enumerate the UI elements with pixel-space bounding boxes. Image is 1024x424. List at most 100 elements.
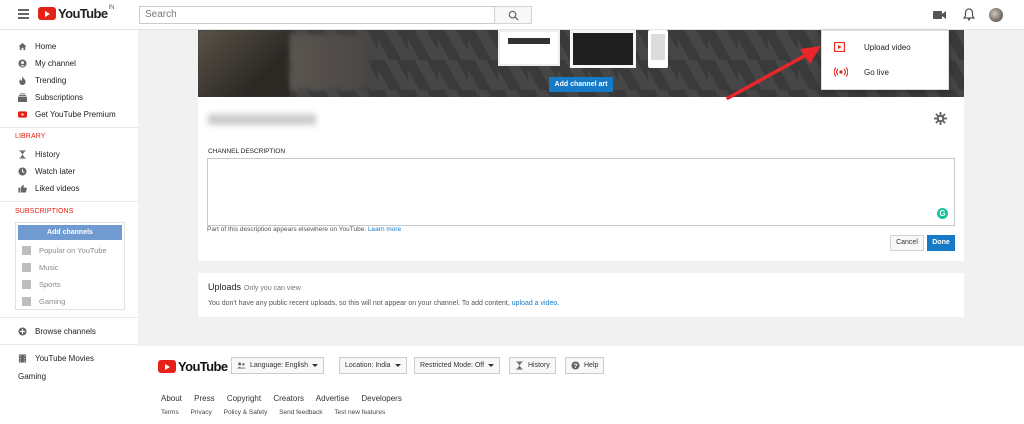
restricted-mode-button[interactable]: Restricted Mode: Off — [414, 357, 501, 374]
footer-link-copyright[interactable]: Copyright — [227, 394, 261, 403]
add-channel-art-button[interactable]: Add channel art — [549, 77, 613, 92]
suggestion-label: Music — [39, 262, 59, 272]
menu-item-upload-video[interactable]: Upload video — [822, 35, 950, 59]
footer-link-policy-safety[interactable]: Policy & Safety — [224, 409, 268, 416]
flame-icon — [19, 75, 26, 85]
suggestion-music[interactable]: Music — [22, 261, 59, 273]
footer-youtube-logo[interactable]: YouTube — [158, 359, 228, 374]
guide-menu-icon[interactable] — [18, 9, 29, 20]
channel-description-textarea[interactable]: G — [207, 158, 955, 226]
location-label: Location: India — [345, 362, 391, 369]
channel-avatar-image — [198, 30, 290, 97]
history-button[interactable]: History — [509, 357, 556, 374]
sidebar-item-label: Trending — [35, 75, 67, 85]
sidebar-item-my-channel[interactable]: My channel — [18, 57, 76, 69]
gear-icon[interactable] — [934, 112, 947, 125]
youtube-premium-icon — [18, 110, 27, 118]
menu-item-go-live[interactable]: Go live — [822, 60, 950, 84]
sidebar-item-subscriptions[interactable]: Subscriptions — [18, 91, 83, 103]
footer-link-terms[interactable]: Terms — [161, 409, 179, 416]
sidebar-item-youtube-movies[interactable]: YouTube Movies — [18, 352, 94, 364]
logo-text: YouTube — [58, 6, 108, 21]
subscription-suggestions: Add channels Popular on YouTube Music Sp… — [15, 222, 125, 310]
history-label: History — [528, 362, 550, 369]
footer-link-about[interactable]: About — [161, 394, 182, 403]
thumbs-up-icon — [18, 184, 27, 193]
footer-link-advertise[interactable]: Advertise — [316, 394, 349, 403]
grammarly-icon[interactable]: G — [937, 208, 948, 219]
description-label: CHANNEL DESCRIPTION — [208, 148, 286, 155]
description-note-text: Part of this description appears elsewhe… — [207, 226, 367, 233]
annotation-arrow — [726, 46, 821, 100]
sidebar-divider — [0, 317, 138, 318]
upload-video-label: Upload video — [864, 42, 911, 52]
suggestion-gaming[interactable]: Gaming — [22, 295, 65, 307]
suggestion-popular-on-youtube[interactable]: Popular on YouTube — [22, 244, 107, 256]
footer-link-creators[interactable]: Creators — [273, 394, 304, 403]
film-icon — [18, 353, 27, 363]
cancel-button[interactable]: Cancel — [890, 235, 924, 251]
go-live-label: Go live — [864, 67, 889, 77]
upload-a-video-link[interactable]: upload a video. — [512, 300, 559, 307]
channel-name-blurred — [208, 114, 316, 125]
account-avatar[interactable] — [989, 8, 1003, 22]
search-input[interactable]: Search — [139, 6, 495, 24]
masthead: YouTube IN Search — [0, 0, 1024, 30]
learn-more-link[interactable]: Learn more — [368, 226, 401, 233]
person-icon — [18, 58, 27, 68]
sidebar-item-gaming[interactable]: Gaming — [18, 370, 46, 382]
hourglass-icon — [19, 149, 26, 159]
sidebar-item-liked-videos[interactable]: Liked videos — [18, 182, 79, 194]
add-channels-button[interactable]: Add channels — [18, 225, 122, 240]
uploads-title: Uploads — [208, 282, 242, 292]
notifications-bell-icon[interactable] — [963, 8, 975, 21]
desktop-preview-icon — [498, 30, 560, 66]
sidebar-item-browse-channels[interactable]: Browse channels — [18, 325, 96, 337]
footer-logo-text: YouTube — [178, 359, 228, 374]
youtube-play-icon — [38, 7, 56, 20]
youtube-play-icon — [158, 360, 176, 373]
sidebar-item-trending[interactable]: Trending — [18, 74, 66, 86]
uploads-heading: Uploads Only you can view — [208, 282, 301, 292]
footer-link-test-new-features[interactable]: Test new features — [334, 409, 385, 416]
sidebar-item-history[interactable]: History — [18, 148, 60, 160]
youtube-logo[interactable]: YouTube IN — [38, 5, 114, 21]
add-circle-icon — [18, 326, 27, 336]
suggestion-label: Popular on YouTube — [39, 245, 107, 255]
footer-link-developers[interactable]: Developers — [361, 394, 401, 403]
create-menu-dropdown: Upload video Go live — [821, 30, 949, 90]
gaming-icon — [22, 296, 31, 306]
description-note: Part of this description appears elsewhe… — [207, 226, 401, 233]
sidebar-item-label: Gaming — [18, 371, 47, 381]
sidebar-item-label: Get YouTube Premium — [35, 109, 116, 119]
search-icon — [508, 10, 519, 21]
phone-preview-icon — [648, 30, 668, 68]
home-icon — [18, 42, 27, 50]
search-button[interactable] — [494, 6, 532, 24]
sidebar-item-watch-later[interactable]: Watch later — [18, 165, 75, 177]
sidebar-item-label: YouTube Movies — [35, 353, 94, 363]
sidebar-item-label: History — [35, 149, 60, 159]
restricted-mode-label: Restricted Mode: Off — [420, 362, 485, 369]
uploads-message-text: You don't have any public recent uploads… — [208, 300, 510, 307]
clock-icon — [18, 166, 27, 176]
sidebar-item-label: Liked videos — [35, 183, 80, 193]
sidebar-item-premium[interactable]: Get YouTube Premium — [18, 108, 116, 120]
sidebar-divider — [0, 344, 138, 345]
create-video-icon[interactable] — [933, 10, 946, 20]
done-button[interactable]: Done — [927, 235, 955, 251]
suggestion-sports[interactable]: Sports — [22, 278, 61, 290]
language-picker-button[interactable]: Language: English — [231, 357, 324, 374]
help-button[interactable]: ? Help — [565, 357, 605, 374]
subscriptions-icon — [18, 92, 27, 102]
footer-link-privacy[interactable]: Privacy — [191, 409, 212, 416]
footer-link-press[interactable]: Press — [194, 394, 214, 403]
sidebar-item-label: My channel — [35, 58, 76, 68]
location-picker-button[interactable]: Location: India — [339, 357, 407, 374]
guide-sidebar: Home My channel Trending Subscriptions G… — [0, 30, 138, 424]
footer-link-send-feedback[interactable]: Send feedback — [279, 409, 322, 416]
go-live-icon — [834, 67, 848, 77]
sidebar-item-home[interactable]: Home — [18, 40, 56, 52]
channel-about-card: CHANNEL DESCRIPTION G Part of this descr… — [198, 97, 964, 261]
sidebar-item-label: Subscriptions — [35, 92, 84, 102]
